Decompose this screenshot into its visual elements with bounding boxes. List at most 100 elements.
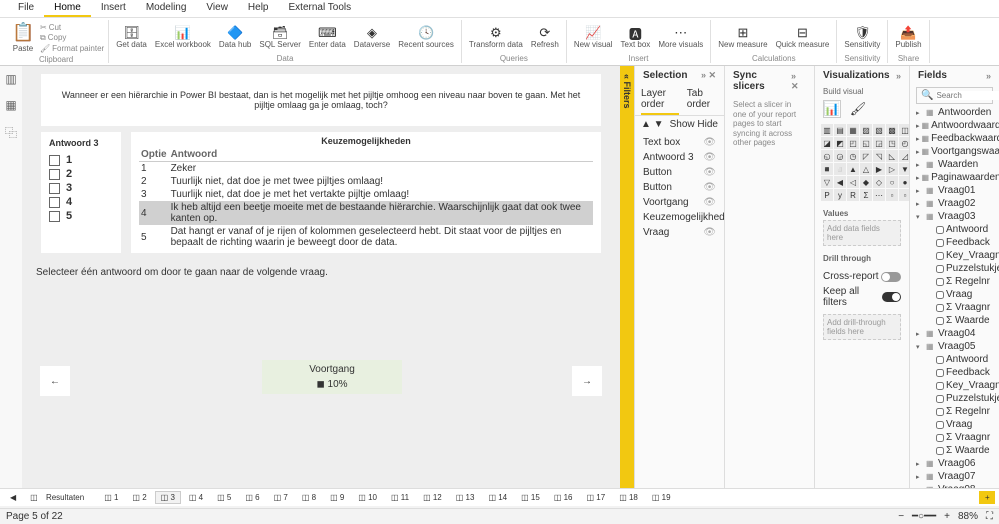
cut-button[interactable]: ✂ Cut <box>40 23 104 32</box>
cross-report-toggle[interactable] <box>881 272 901 282</box>
field-checkbox[interactable] <box>936 239 944 247</box>
field-column[interactable]: Feedback <box>912 236 997 249</box>
selection-item[interactable]: Vraag👁 <box>635 225 724 240</box>
field-column[interactable]: Feedback <box>912 366 997 379</box>
excel-button[interactable]: 📊Excel workbook <box>152 24 214 50</box>
tab-order-tab[interactable]: Tab order <box>687 85 718 115</box>
dataverse-button[interactable]: ◈Dataverse <box>351 24 393 50</box>
viz-type-button[interactable]: P <box>821 189 833 201</box>
page-tab-12[interactable]: ◫ 12 <box>417 491 448 504</box>
field-column[interactable]: Σ Regelnr <box>912 405 997 418</box>
page-tab-10[interactable]: ◫ 10 <box>352 491 383 504</box>
viz-type-button[interactable]: ▦ <box>847 124 859 136</box>
field-checkbox[interactable] <box>936 265 944 273</box>
viz-type-button[interactable]: ▲ <box>847 163 859 175</box>
page-resultaten[interactable]: ◫ Resultaten <box>24 491 96 504</box>
page-tab-16[interactable]: ◫ 16 <box>548 491 579 504</box>
menu-help[interactable]: Help <box>238 0 279 17</box>
field-checkbox[interactable] <box>936 408 944 416</box>
field-table-Vraag01[interactable]: ▸▦Vraag01 <box>912 184 997 197</box>
field-checkbox[interactable] <box>936 356 944 364</box>
answer-visual[interactable]: Antwoord 3 12345 <box>41 132 121 253</box>
transform-data-button[interactable]: ⚙Transform data <box>466 24 526 50</box>
field-column[interactable]: Key_Vraagnr_R... <box>912 379 997 392</box>
page-tab-4[interactable]: ◫ 4 <box>183 491 209 504</box>
field-column[interactable]: Puzzelstukje <box>912 392 997 405</box>
viz-type-button[interactable]: ▩ <box>886 124 898 136</box>
format-visual-tab[interactable]: 🖌 <box>849 100 867 118</box>
page-tab-2[interactable]: ◫ 2 <box>126 491 152 504</box>
choices-visual[interactable]: Keuzemogelijkheden OptieAntwoord 1Zeker2… <box>131 132 601 253</box>
field-checkbox[interactable] <box>936 291 944 299</box>
data-hub-button[interactable]: 🔷Data hub <box>216 24 254 50</box>
viz-type-button[interactable]: R <box>847 189 859 201</box>
field-table-Feedbackwaarden[interactable]: ▸▦Feedbackwaarden <box>912 132 997 145</box>
viz-type-button[interactable]: ◺ <box>886 150 898 162</box>
choice-row[interactable]: 3Tuurlijk niet, dat doe je met het verta… <box>139 188 593 201</box>
field-column[interactable]: Σ Regelnr <box>912 275 997 288</box>
selection-item[interactable]: Button👁 <box>635 165 724 180</box>
page-tab-5[interactable]: ◫ 5 <box>211 491 237 504</box>
answer-option-4[interactable]: 4 <box>49 196 113 208</box>
build-visual-tab[interactable]: 📊 <box>823 100 841 118</box>
page-tab-3[interactable]: ◫ 3 <box>155 491 181 504</box>
choice-row[interactable]: 5Dat hangt er vanaf of je rijen of kolom… <box>139 225 593 249</box>
paste-button[interactable]: 📋Paste <box>8 20 38 55</box>
new-measure-button[interactable]: ⊞New measure <box>715 24 770 50</box>
zoom-out-button[interactable]: − <box>898 511 904 522</box>
viz-type-button[interactable]: ◵ <box>821 150 833 162</box>
selection-up-down[interactable]: ▲ ▼ <box>641 119 664 130</box>
viz-type-button[interactable]: ◁ <box>847 176 859 188</box>
viz-type-button[interactable]: Σ <box>860 189 872 201</box>
field-column[interactable]: Vraag <box>912 418 997 431</box>
answer-option-3[interactable]: 3 <box>49 182 113 194</box>
fields-search-input[interactable] <box>936 91 999 100</box>
sync-collapse-button[interactable]: » ✕ <box>791 71 806 92</box>
viz-type-button[interactable]: ▨ <box>860 124 872 136</box>
page-tab-7[interactable]: ◫ 7 <box>268 491 294 504</box>
choice-row[interactable]: 1Zeker <box>139 162 593 176</box>
field-column[interactable]: Key_Vraagnr_R... <box>912 249 997 262</box>
question-text-box[interactable]: Wanneer er een hiërarchie in Power BI be… <box>41 74 601 126</box>
field-column[interactable]: Puzzelstukje <box>912 262 997 275</box>
answer-option-5[interactable]: 5 <box>49 210 113 222</box>
viz-type-button[interactable]: ◷ <box>847 150 859 162</box>
menu-external-tools[interactable]: External Tools <box>279 0 362 17</box>
page-tab-13[interactable]: ◫ 13 <box>450 491 481 504</box>
field-column[interactable]: Σ Waarde <box>912 444 997 457</box>
page-tab-19[interactable]: ◫ 19 <box>646 491 677 504</box>
text-box-button[interactable]: 🅰Text box <box>618 24 654 50</box>
viz-collapse-button[interactable]: » <box>896 71 901 81</box>
field-table-Vraag07[interactable]: ▸▦Vraag07 <box>912 470 997 483</box>
visibility-toggle[interactable]: 👁 <box>703 167 716 178</box>
selection-item[interactable]: Keuzemogelijkheden👁 <box>635 210 724 225</box>
visibility-toggle[interactable]: 👁 <box>703 227 716 238</box>
viz-type-button[interactable]: ⋯ <box>873 189 885 201</box>
viz-type-button[interactable]: ▥ <box>821 124 833 136</box>
viz-type-button[interactable]: ▤ <box>834 124 846 136</box>
viz-type-button[interactable]: ▽ <box>821 176 833 188</box>
fields-collapse-button[interactable]: » <box>986 71 991 81</box>
selection-item[interactable]: Antwoord 3👁 <box>635 150 724 165</box>
visibility-toggle[interactable]: 👁 <box>703 152 716 163</box>
viz-type-button[interactable]: ○ <box>886 176 898 188</box>
fields-search[interactable]: 🔍 <box>916 87 993 104</box>
field-table-Waarden[interactable]: ▸▦Waarden <box>912 158 997 171</box>
viz-type-button[interactable]: ◇ <box>873 176 885 188</box>
publish-button[interactable]: 📤Publish <box>892 24 924 50</box>
next-button[interactable]: → <box>572 366 602 396</box>
zoom-in-button[interactable]: + <box>944 511 950 522</box>
viz-type-button[interactable]: ◰ <box>847 137 859 149</box>
page-tab-8[interactable]: ◫ 8 <box>296 491 322 504</box>
page-tab-14[interactable]: ◫ 14 <box>482 491 513 504</box>
sensitivity-button[interactable]: 🛡Sensitivity <box>841 24 883 50</box>
add-page-button[interactable]: + <box>979 491 995 504</box>
viz-type-button[interactable]: ◲ <box>873 137 885 149</box>
quick-measure-button[interactable]: ⊟Quick measure <box>773 24 833 50</box>
page-tab-15[interactable]: ◫ 15 <box>515 491 546 504</box>
values-well[interactable]: Add data fields here <box>823 220 901 246</box>
answer-option-1[interactable]: 1 <box>49 154 113 166</box>
viz-type-button[interactable]: ◳ <box>886 137 898 149</box>
visibility-toggle[interactable]: 👁 <box>703 197 716 208</box>
fit-page-button[interactable]: ⛶ <box>986 511 993 522</box>
